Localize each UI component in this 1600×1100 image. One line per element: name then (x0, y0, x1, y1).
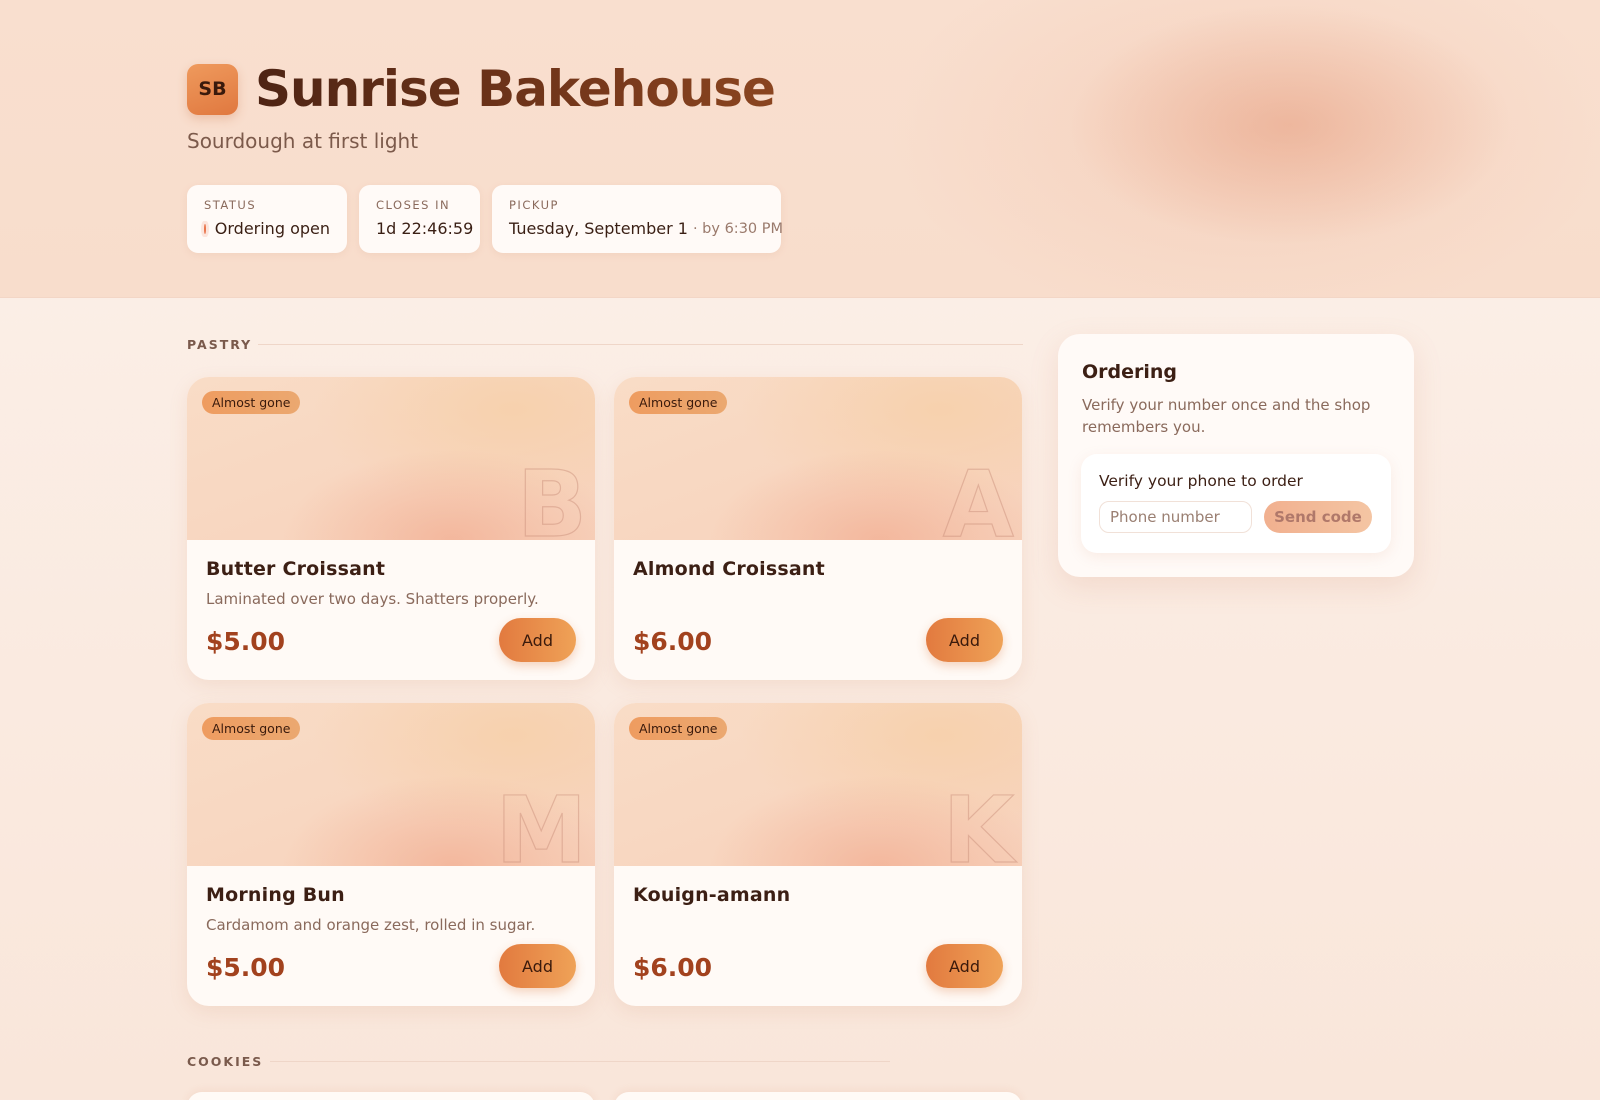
product-price: $6.00 (633, 627, 713, 656)
section-divider (270, 1061, 890, 1062)
product-image: Almost gone B (187, 377, 595, 540)
stock-badge: Almost gone (202, 717, 301, 740)
product-card: Almost gone A Almond Croissant $6.00 Add (614, 377, 1022, 680)
closes-in-value: 1d 22:46:59 (376, 219, 474, 238)
shop-logo: SB (187, 63, 238, 115)
section-title-pastry: PASTRY (187, 337, 253, 352)
pickup-card: PICKUP Tuesday, September 1 · by 6:30 PM (492, 185, 784, 253)
shop-stats: STATUS Ordering open CLOSES IN 1d 22:46:… (187, 185, 784, 253)
section-title-cookies: COOKIES (187, 1054, 264, 1069)
product-initial: M (495, 776, 588, 866)
product-name: Morning Bun (206, 884, 345, 906)
product-description: Laminated over two days. Shatters proper… (206, 590, 539, 608)
product-name: Almond Croissant (633, 558, 825, 580)
ordering-panel: Ordering Verify your number once and the… (1058, 334, 1414, 577)
status-label: STATUS (204, 198, 257, 212)
ordering-description: Verify your number once and the shop rem… (1082, 396, 1371, 436)
pickup-label: PICKUP (509, 198, 559, 212)
closes-in-card: CLOSES IN 1d 22:46:59 (359, 185, 480, 253)
product-initial: K (942, 776, 1015, 866)
status-value: Ordering open (214, 219, 330, 238)
section-divider (258, 344, 1023, 345)
phone-input[interactable] (1099, 501, 1252, 533)
closes-in-label: CLOSES IN (376, 198, 451, 212)
pickup-date: Tuesday, September 1 (509, 219, 688, 238)
product-description (633, 916, 1003, 934)
product-description: Cardamom and orange zest, rolled in suga… (206, 916, 536, 934)
product-name: Butter Croissant (206, 558, 386, 580)
product-card (614, 1092, 1022, 1100)
product-initial: B (516, 450, 587, 540)
product-image: Almost gone K (614, 703, 1022, 866)
stock-badge: Almost gone (629, 717, 728, 740)
product-card: Almost gone K Kouign-amann $6.00 Add (614, 703, 1022, 1006)
product-initial: A (942, 450, 1014, 540)
stock-badge: Almost gone (202, 391, 301, 414)
product-price: $6.00 (633, 953, 713, 982)
add-to-cart-button[interactable]: Add (499, 944, 576, 988)
stock-badge: Almost gone (629, 391, 728, 414)
product-description (633, 590, 1003, 608)
add-to-cart-button[interactable]: Add (926, 944, 1003, 988)
product-price: $5.00 (206, 953, 286, 982)
product-image: Almost gone A (614, 377, 1022, 540)
add-to-cart-button[interactable]: Add (499, 618, 576, 662)
product-card: Almost gone M Morning Bun Cardamom and o… (187, 703, 595, 1006)
product-card (187, 1092, 595, 1100)
shop-tagline: Sourdough at first light (187, 129, 419, 153)
status-card: STATUS Ordering open (187, 185, 347, 253)
brand: SB Sunrise Bakehouse (187, 60, 776, 118)
status-dot-icon (204, 223, 206, 234)
ordering-title: Ordering (1082, 361, 1178, 383)
product-name: Kouign-amann (633, 884, 791, 906)
shop-name: Sunrise Bakehouse (255, 60, 776, 118)
product-image: Almost gone M (187, 703, 595, 866)
shop-header: SB Sunrise Bakehouse Sourdough at first … (0, 0, 1600, 298)
product-card: Almost gone B Butter Croissant Laminated… (187, 377, 595, 680)
phone-verify-box: Verify your phone to order Send code (1081, 454, 1391, 553)
pickup-time: · by 6:30 PM (692, 220, 784, 237)
verify-title: Verify your phone to order (1099, 472, 1303, 490)
add-to-cart-button[interactable]: Add (926, 618, 1003, 662)
send-code-button[interactable]: Send code (1264, 501, 1372, 533)
product-price: $5.00 (206, 627, 286, 656)
